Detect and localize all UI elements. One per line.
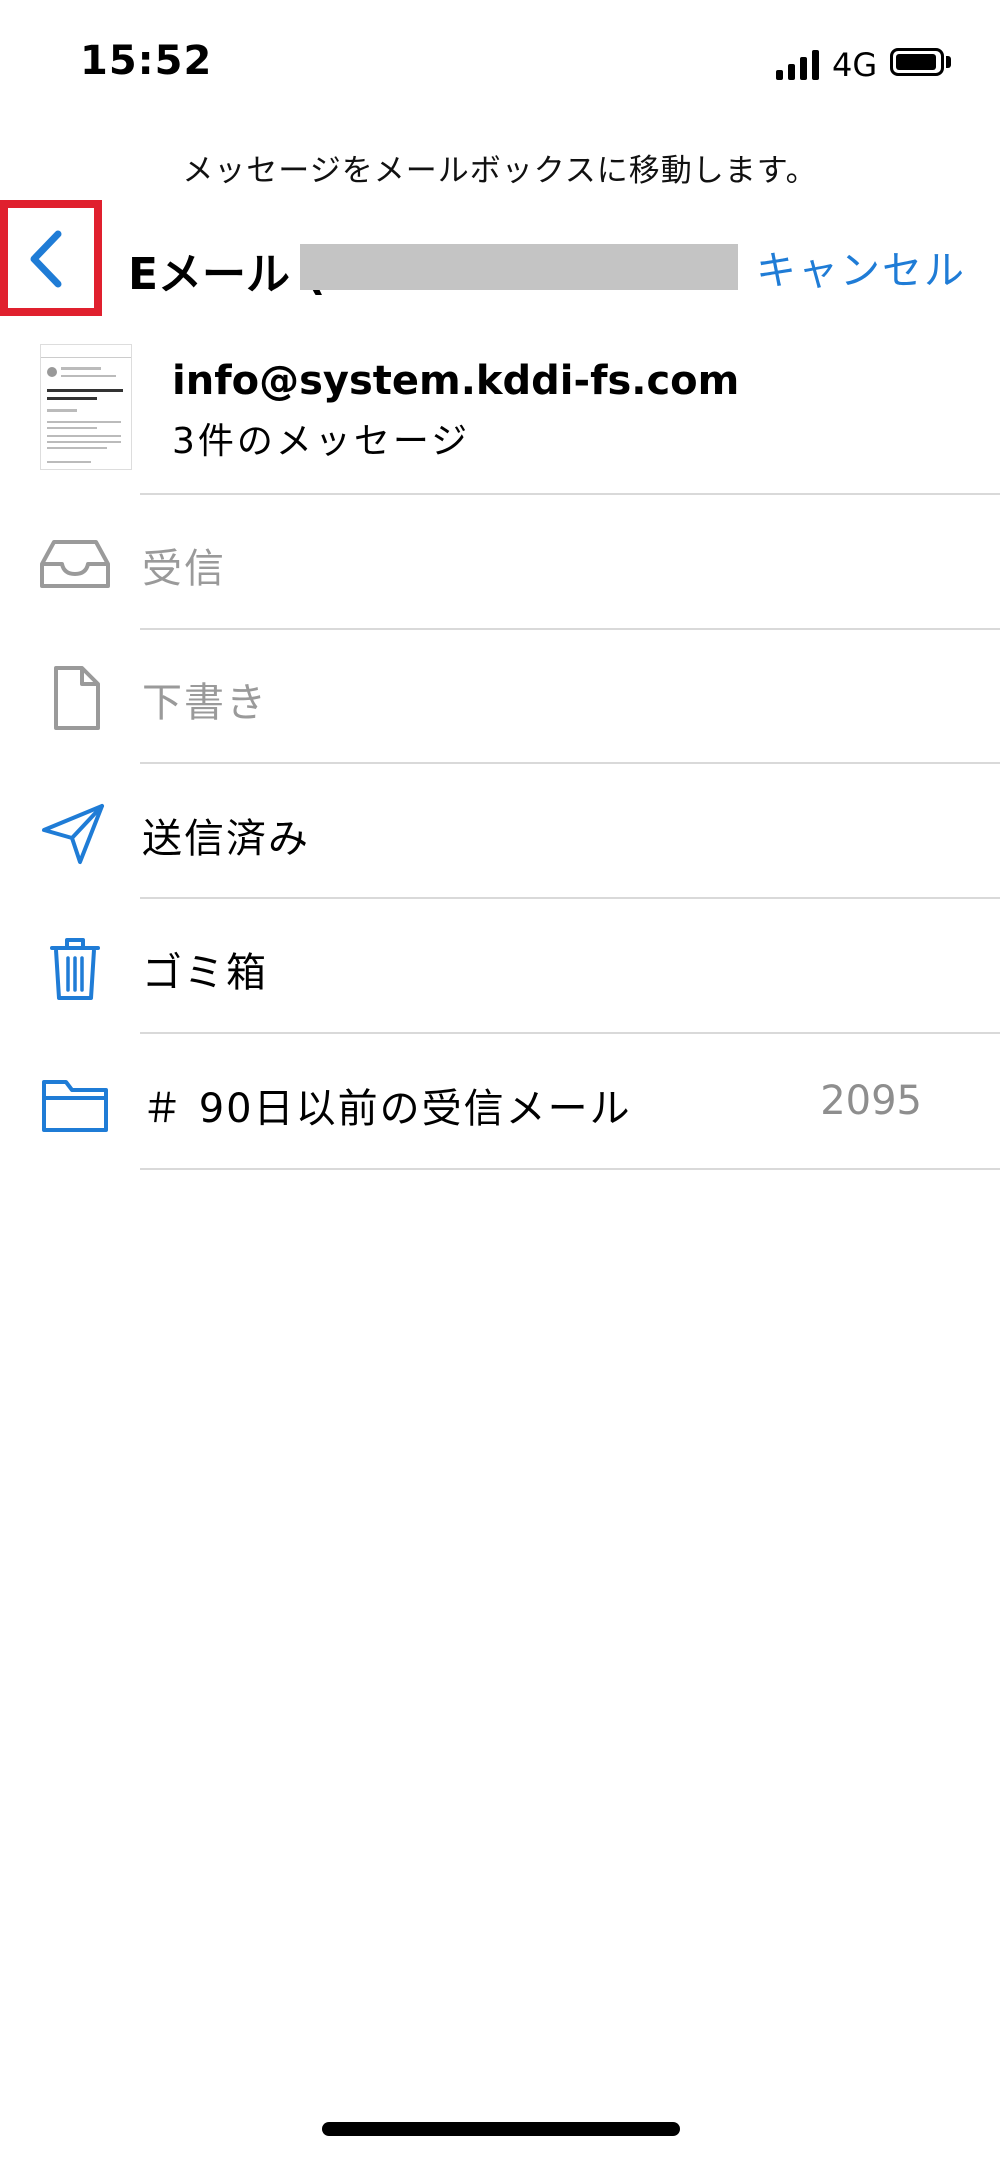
mailbox-row-drafts: 下書き: [0, 630, 1000, 764]
inbox-icon: [40, 540, 110, 588]
message-sender: info@system.kddi-fs.com: [172, 358, 740, 404]
mailbox-label-inbox: 受信: [142, 546, 226, 592]
mailbox-row-older-inbox[interactable]: ＃ 90日以前の受信メール 2095: [0, 1036, 1000, 1170]
divider: [140, 1168, 1000, 1170]
mailbox-row-inbox: 受信: [0, 496, 1000, 630]
message-count: 3件のメッセージ: [172, 421, 471, 462]
trash-icon: [50, 938, 100, 1000]
paper-plane-icon: [42, 804, 104, 864]
battery-tip: [946, 56, 951, 68]
divider: [140, 897, 1000, 899]
account-title: Eメール (: [128, 249, 326, 300]
message-thumbnail: [40, 344, 132, 470]
mailbox-row-sent[interactable]: 送信済み: [0, 766, 1000, 900]
document-icon: [54, 666, 100, 730]
divider: [140, 493, 1000, 495]
signal-icon: [776, 50, 819, 80]
redacted-account-name: [300, 244, 738, 290]
mailbox-label-trash: ゴミ箱: [142, 950, 268, 996]
network-label: 4G: [832, 46, 878, 84]
mailbox-label-older-inbox: ＃ 90日以前の受信メール: [142, 1086, 632, 1132]
battery-icon: [890, 48, 944, 76]
divider: [140, 1032, 1000, 1034]
back-chevron-icon[interactable]: [14, 224, 74, 294]
home-indicator[interactable]: [322, 2122, 680, 2136]
folder-icon: [42, 1080, 108, 1132]
move-instruction: メッセージをメールボックスに移動します。: [182, 153, 818, 189]
mailbox-count: 2095: [820, 1078, 922, 1124]
cancel-button[interactable]: キャンセル: [756, 238, 966, 296]
mailbox-label-sent: 送信済み: [142, 816, 310, 862]
mailbox-label-drafts: 下書き: [142, 680, 268, 726]
mailbox-row-trash[interactable]: ゴミ箱: [0, 900, 1000, 1034]
status-time: 15:52: [80, 38, 213, 84]
divider: [140, 762, 1000, 764]
